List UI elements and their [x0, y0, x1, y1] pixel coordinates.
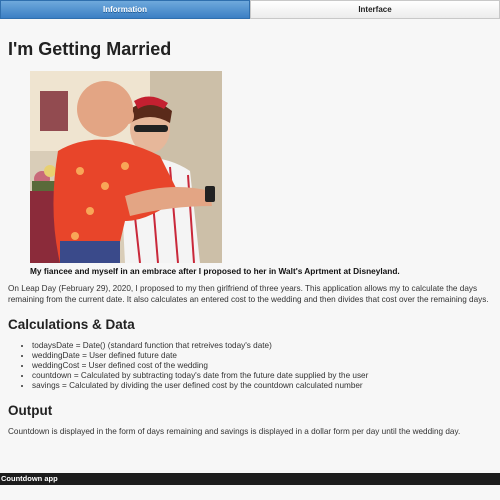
calculations-list: todaysDate = Date() (standard function t…	[8, 341, 492, 391]
calculations-heading: Calculations & Data	[8, 317, 135, 332]
output-heading: Output	[8, 403, 53, 418]
list-item: countdown = Calculated by subtracting to…	[32, 371, 492, 381]
output-paragraph: Countdown is displayed in the form of da…	[8, 427, 461, 436]
intro-paragraph: On Leap Day (February 29), 2020, I propo…	[8, 284, 489, 304]
tab-information[interactable]: Information	[0, 0, 250, 19]
photo-caption: My fiancee and myself in an embrace afte…	[30, 266, 400, 276]
main-content: I'm Getting Married My fiancee and mysel…	[0, 39, 500, 438]
list-item: savings = Calculated by dividing the use…	[32, 381, 492, 391]
list-item: todaysDate = Date() (standard function t…	[32, 341, 492, 351]
list-item: weddingCost = User defined cost of the w…	[32, 361, 492, 371]
engagement-photo	[30, 71, 222, 263]
tab-interface[interactable]: Interface	[250, 0, 500, 19]
page-title: I'm Getting Married	[8, 39, 172, 59]
list-item: weddingDate = User defined future date	[32, 351, 492, 361]
footer-bar: Countdown app	[0, 473, 500, 485]
tab-bar: Information Interface	[0, 0, 500, 19]
